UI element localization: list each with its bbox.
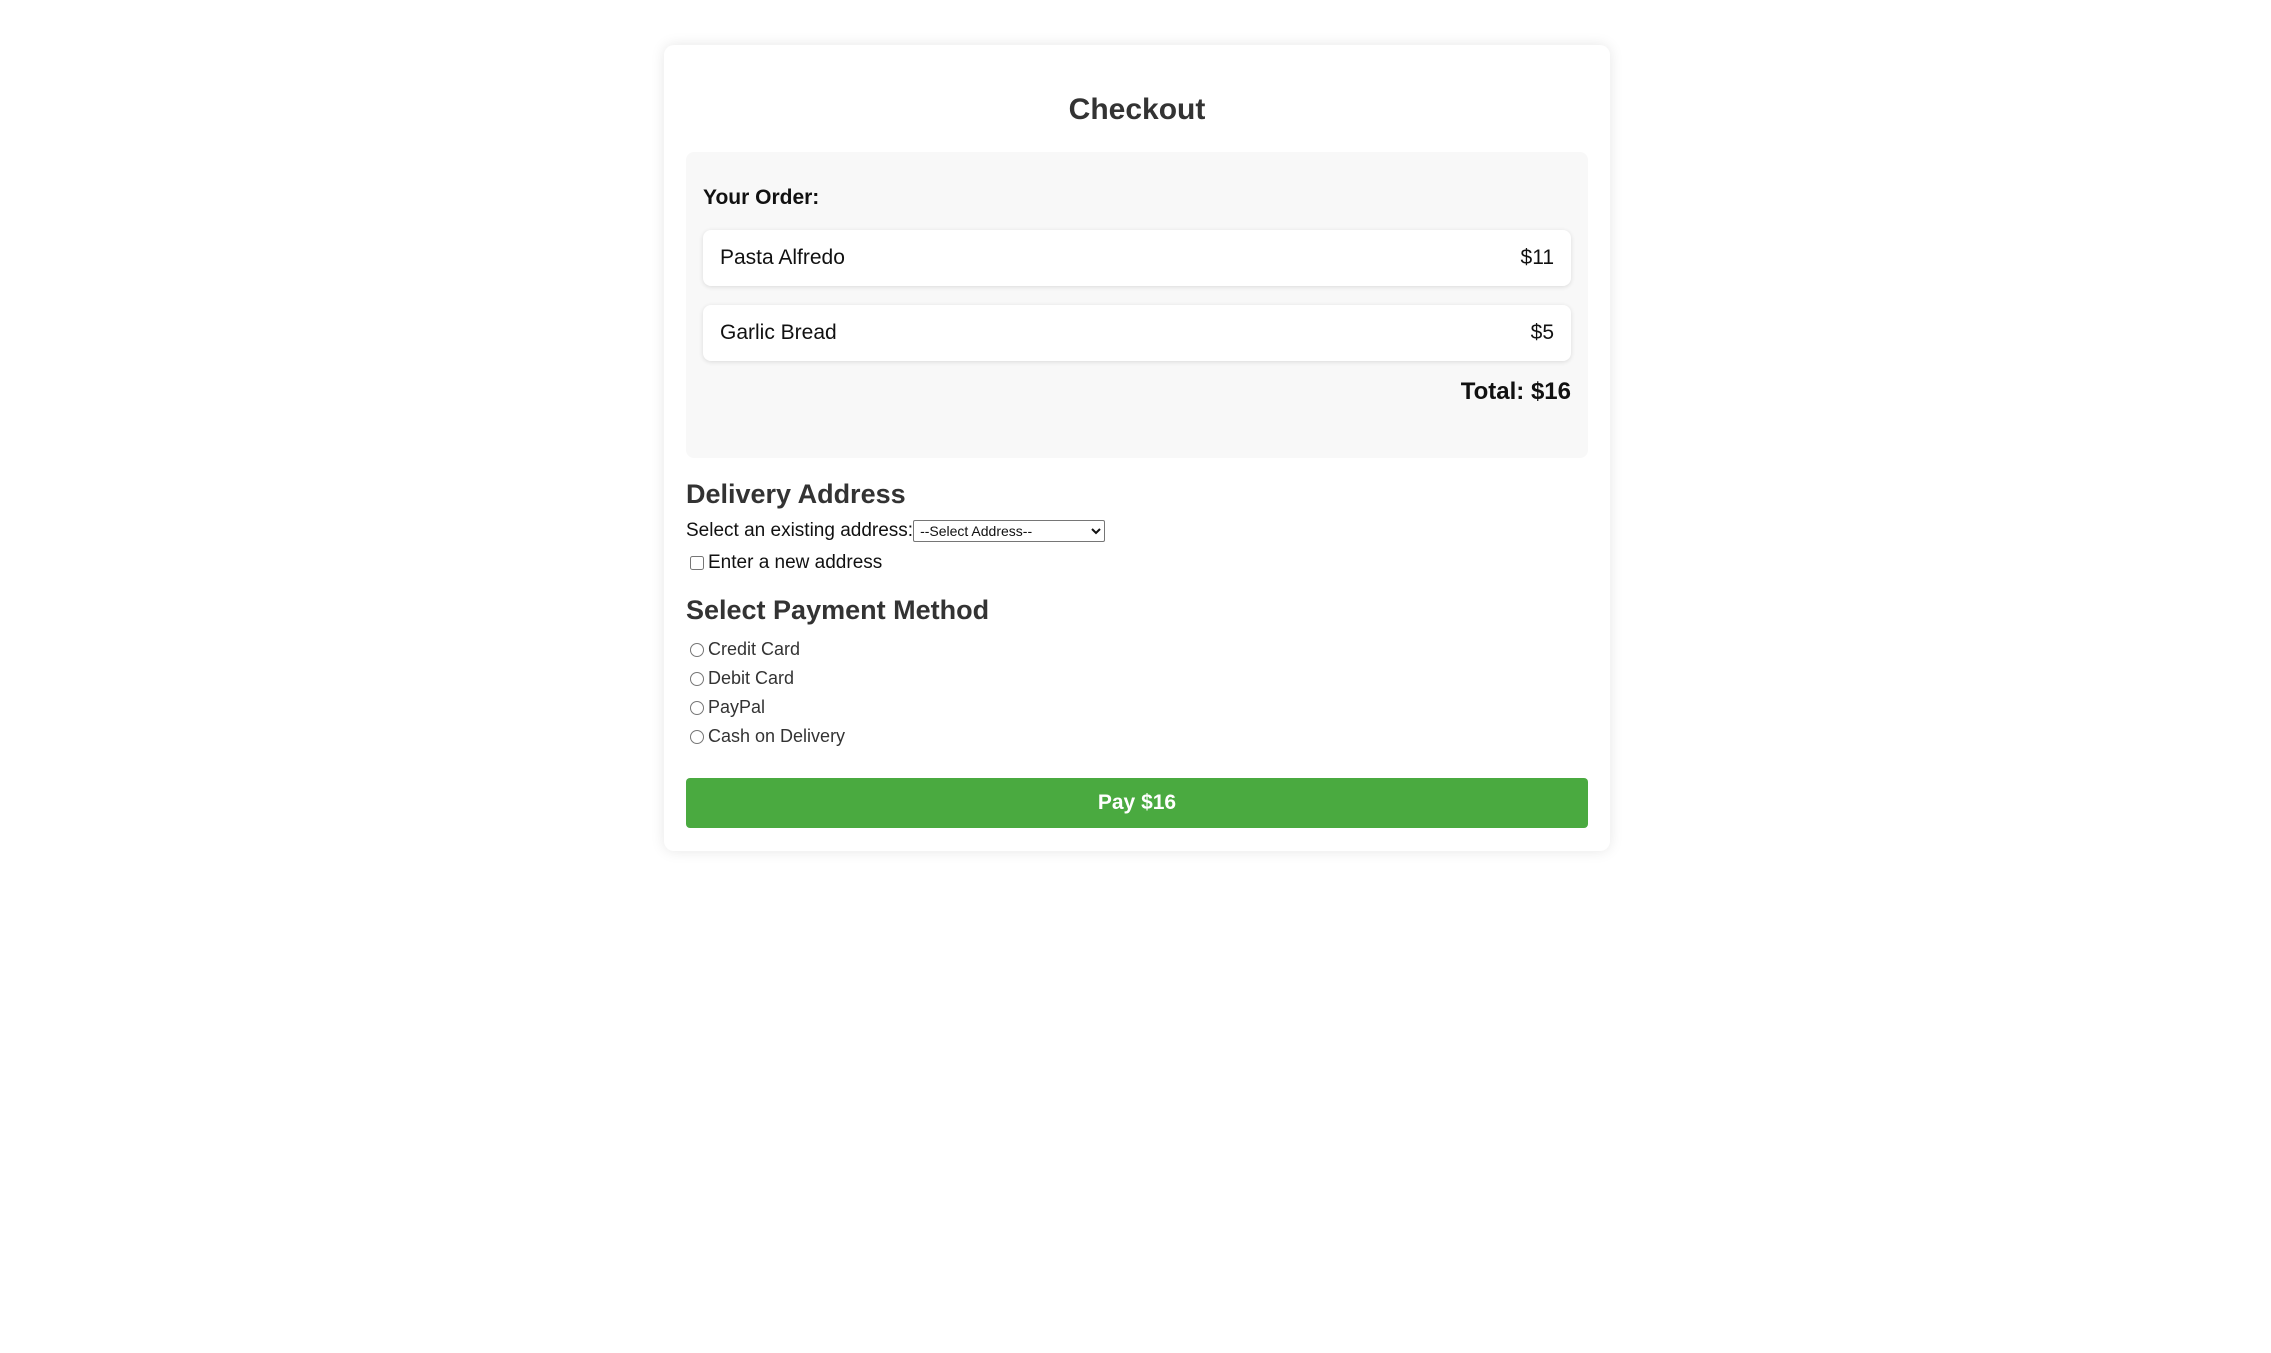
checkout-card: Checkout Your Order: Pasta Alfredo $11 G… <box>664 45 1610 851</box>
payment-option-cash-on-delivery[interactable]: Cash on Delivery <box>686 722 1588 751</box>
payment-option-label[interactable]: Debit Card <box>708 668 794 689</box>
order-item: Pasta Alfredo $11 <box>703 230 1571 286</box>
payment-option-credit-card[interactable]: Credit Card <box>686 635 1588 664</box>
new-address-label[interactable]: Enter a new address <box>708 552 882 574</box>
pay-button[interactable]: Pay $16 <box>686 778 1588 828</box>
debit-card-radio[interactable] <box>690 671 704 686</box>
payment-options: Credit Card Debit Card PayPal Cash on De… <box>686 635 1588 751</box>
payment-option-label[interactable]: Credit Card <box>708 639 800 660</box>
page-title: Checkout <box>1068 93 1206 126</box>
paypal-radio[interactable] <box>690 700 704 715</box>
order-item-name: Garlic Bread <box>720 321 837 344</box>
credit-card-radio[interactable] <box>690 642 704 657</box>
delivery-heading: Delivery Address <box>686 479 906 509</box>
address-select[interactable]: --Select Address-- <box>913 520 1106 542</box>
new-address-row[interactable]: Enter a new address <box>686 552 1588 574</box>
address-select-row: Select an existing address: --Select Add… <box>686 520 1588 542</box>
order-item: Garlic Bread $5 <box>703 305 1571 361</box>
payment-heading: Select Payment Method <box>686 595 990 625</box>
cash-on-delivery-radio[interactable] <box>690 729 704 744</box>
order-item-name: Pasta Alfredo <box>720 246 845 269</box>
payment-option-debit-card[interactable]: Debit Card <box>686 664 1588 693</box>
address-select-label: Select an existing address: <box>686 520 914 541</box>
payment-option-paypal[interactable]: PayPal <box>686 693 1588 722</box>
order-item-price: $11 <box>1520 246 1554 269</box>
new-address-checkbox[interactable] <box>690 556 704 570</box>
order-heading: Your Order: <box>703 186 820 209</box>
payment-option-label[interactable]: PayPal <box>708 697 765 718</box>
payment-option-label[interactable]: Cash on Delivery <box>708 726 845 747</box>
order-summary: Your Order: Pasta Alfredo $11 Garlic Bre… <box>686 152 1588 458</box>
order-item-price: $5 <box>1530 321 1554 344</box>
order-total: Total: $16 <box>1460 378 1571 405</box>
